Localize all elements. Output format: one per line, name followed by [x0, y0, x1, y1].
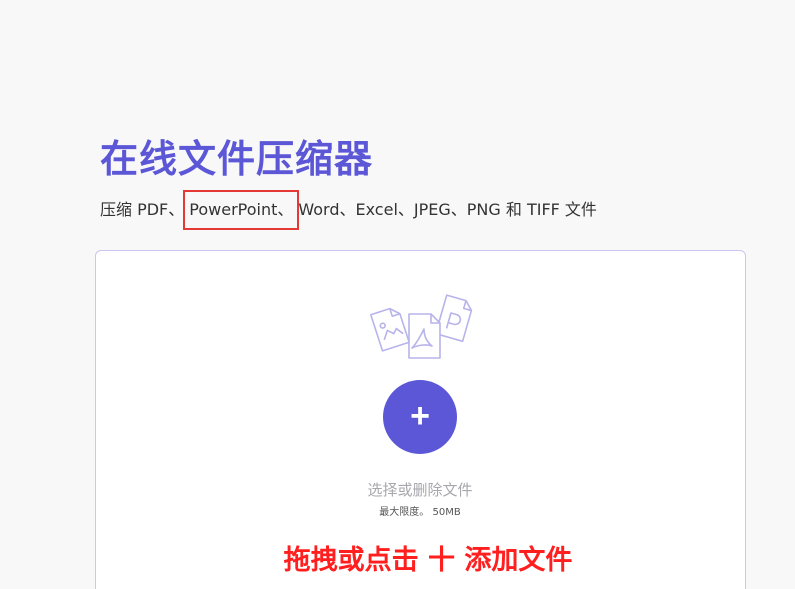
subtitle-prefix: 压缩 PDF、	[100, 200, 185, 219]
page-title: 在线文件压缩器	[100, 137, 374, 181]
page-subtitle: 压缩 PDF、 PowerPoint、 Word、Excel、JPEG、PNG 和 …	[100, 190, 597, 230]
subtitle-highlight: PowerPoint、	[183, 190, 300, 230]
subtitle-suffix: Word、Excel、JPEG、PNG 和 TIFF 文件	[298, 200, 597, 219]
instruction-overlay: 拖拽或点击 十 添加文件	[283, 545, 573, 576]
max-size-text: 最大限度。 50MB	[379, 507, 461, 518]
select-or-drop-text: 选择或删除文件	[367, 481, 473, 499]
document-stack-icon	[369, 294, 473, 359]
page: 在线文件压缩器 压缩 PDF、 PowerPoint、 Word、Excel、JPE…	[0, 0, 795, 589]
add-file-button[interactable]: +	[383, 380, 457, 454]
